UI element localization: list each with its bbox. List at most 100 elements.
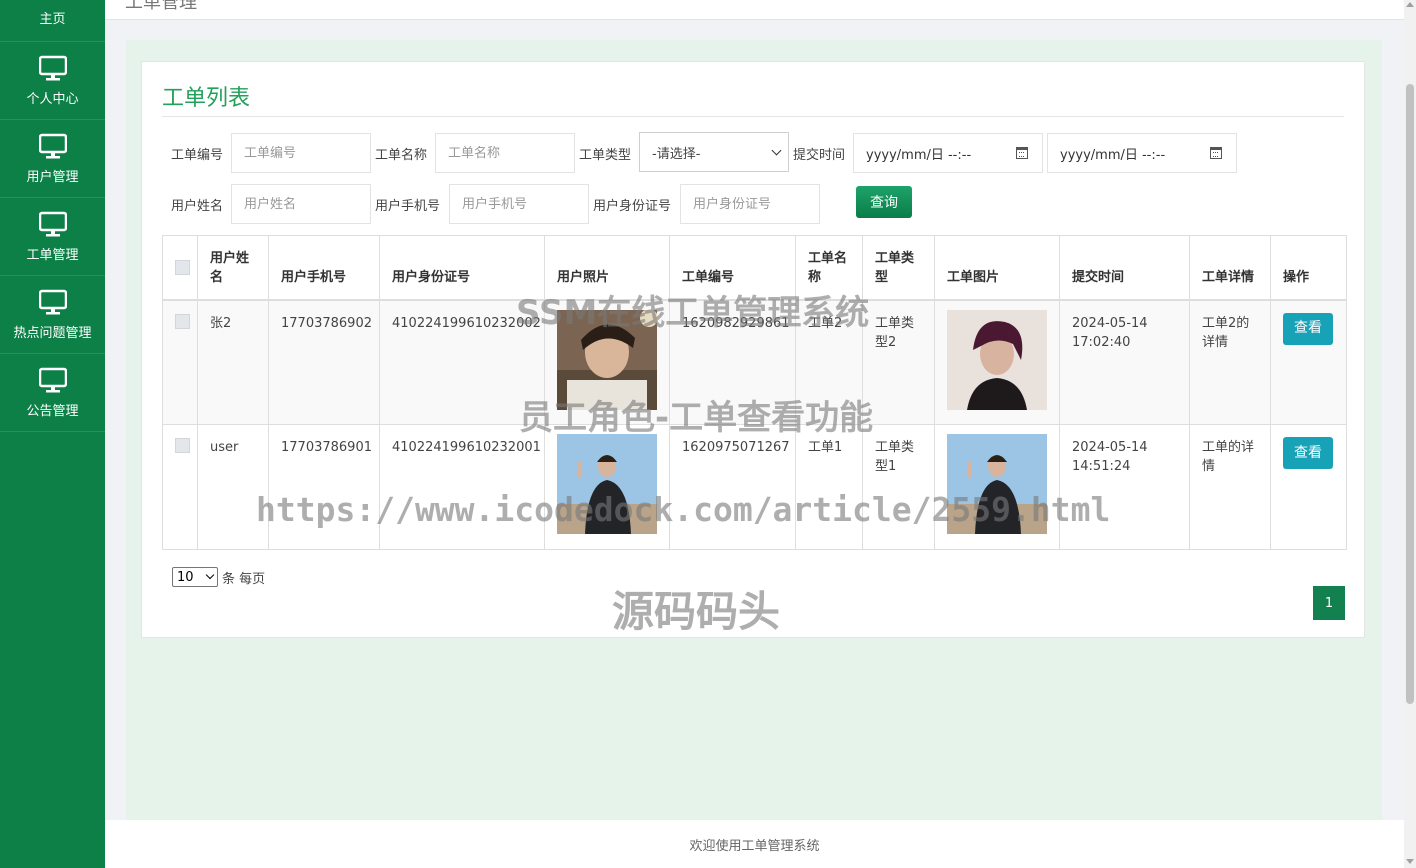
user-phone-input[interactable] (462, 196, 588, 212)
column-header-phone: 用户手机号 (268, 235, 380, 301)
footer-text: 欢迎使用工单管理系统 (689, 838, 820, 854)
submit-time-end-value: yyyy/mm/日 --:-- (1060, 147, 1166, 163)
sidebar-item-hot-issues[interactable]: 热点问题管理 (0, 276, 105, 354)
order-type-label: 工单类型 (579, 148, 632, 163)
cell-order-no: 1620982929861 (669, 299, 796, 425)
user-name-input[interactable] (244, 196, 370, 212)
cell-submit-time: 2024-05-14 17:02:40 (1059, 299, 1190, 425)
table-header-row: 用户姓名 用户手机号 用户身份证号 用户照片 工单编号 工单名称 工单类型 工单… (162, 235, 1347, 301)
user-phone-field[interactable] (449, 184, 589, 224)
page-size-select[interactable]: 10 (172, 567, 218, 587)
top-bar: 工单管理 (105, 0, 1404, 20)
order-image (947, 309, 1047, 410)
cell-order-image (934, 299, 1060, 425)
cell-name: user (197, 424, 269, 550)
cell-idcard: 410224199610232002 (379, 299, 545, 425)
sidebar-item-label: 用户管理 (26, 169, 79, 185)
submit-time-start-field[interactable]: yyyy/mm/日 --:-- (853, 133, 1043, 173)
view-button[interactable]: 查看 (1283, 312, 1333, 345)
monitor-icon (38, 211, 67, 236)
sidebar: 主页 个人中心 用户管理 工单管理 热点问题管理 公告管理 (0, 0, 105, 868)
sidebar-item-home[interactable]: 主页 (0, 0, 105, 42)
row-select-cell (162, 299, 198, 425)
submit-time-label: 提交时间 (793, 148, 846, 163)
row-checkbox[interactable] (175, 438, 190, 453)
cell-photo (544, 424, 670, 550)
column-header-photo: 用户照片 (544, 235, 670, 301)
order-no-label: 工单编号 (171, 148, 224, 163)
column-header-submit-time: 提交时间 (1059, 235, 1190, 301)
order-name-label: 工单名称 (375, 148, 428, 163)
order-no-field[interactable] (231, 133, 371, 173)
chevron-down-icon (205, 570, 215, 580)
monitor-icon (38, 55, 67, 80)
sidebar-item-notices[interactable]: 公告管理 (0, 354, 105, 432)
column-header-order-image: 工单图片 (934, 235, 1060, 301)
sidebar-item-users[interactable]: 用户管理 (0, 120, 105, 198)
order-type-select[interactable]: -请选择- (639, 132, 789, 172)
order-table: 用户姓名 用户手机号 用户身份证号 用户照片 工单编号 工单名称 工单类型 工单… (162, 235, 1347, 550)
select-all-checkbox[interactable] (175, 259, 190, 275)
card-title: 工单列表 (162, 86, 251, 111)
per-page-label: 条 每页 (222, 571, 266, 587)
monitor-icon (38, 133, 67, 158)
cell-detail: 工单的详情 (1189, 424, 1271, 550)
user-idcard-field[interactable] (680, 184, 820, 224)
user-idcard-label: 用户身份证号 (593, 199, 672, 214)
sidebar-item-label: 热点问题管理 (13, 325, 92, 341)
scrollbar[interactable] (1404, 0, 1416, 868)
cell-order-no: 1620975071267 (669, 424, 796, 550)
order-no-input[interactable] (244, 145, 370, 161)
order-name-input[interactable] (448, 145, 574, 161)
order-name-field[interactable] (435, 133, 575, 173)
column-header-order-type: 工单类型 (862, 235, 935, 301)
cell-phone: 17703786902 (268, 299, 380, 425)
user-name-field[interactable] (231, 184, 371, 224)
scroll-down-arrow-icon[interactable] (1406, 859, 1414, 864)
cell-idcard: 410224199610232001 (379, 424, 545, 550)
order-list-card: 工单列表 工单编号 工单名称 工单类型 -请选择- 提交时间 yyyy/mm/日… (141, 61, 1365, 638)
column-header-order-name: 工单名称 (795, 235, 863, 301)
column-header-order-no: 工单编号 (669, 235, 796, 301)
row-select-cell (162, 424, 198, 550)
column-header-idcard: 用户身份证号 (379, 235, 545, 301)
column-header-action: 操作 (1270, 235, 1347, 301)
page-size-control: 10 条 每页 (172, 567, 265, 587)
table-row: 张2 17703786902 410224199610232002 162098… (162, 299, 1347, 425)
user-photo (557, 308, 658, 410)
page-size-value: 10 (177, 569, 194, 585)
sidebar-home-label: 主页 (39, 12, 66, 27)
sidebar-item-label: 公告管理 (26, 403, 79, 419)
column-header-detail: 工单详情 (1189, 235, 1271, 301)
cell-action: 查看 (1270, 299, 1347, 425)
sidebar-item-profile[interactable]: 个人中心 (0, 42, 105, 120)
chevron-down-icon (771, 145, 782, 155)
query-button[interactable]: 查询 (856, 186, 912, 218)
footer: 欢迎使用工单管理系统 (105, 820, 1404, 868)
sidebar-item-orders[interactable]: 工单管理 (0, 198, 105, 276)
cell-submit-time: 2024-05-14 14:51:24 (1059, 424, 1190, 550)
scrollbar-thumb[interactable] (1406, 84, 1414, 704)
view-button[interactable]: 查看 (1283, 437, 1333, 469)
divider (162, 116, 1344, 117)
monitor-icon (38, 289, 67, 314)
order-type-value: -请选择- (652, 146, 701, 162)
select-all-cell (162, 235, 198, 301)
sidebar-item-label: 个人中心 (26, 91, 79, 107)
order-image (947, 434, 1047, 534)
user-photo (557, 434, 657, 534)
calendar-icon[interactable] (1210, 147, 1222, 159)
cell-photo (544, 299, 670, 425)
submit-time-start-value: yyyy/mm/日 --:-- (866, 147, 972, 163)
scroll-up-arrow-icon[interactable] (1406, 2, 1414, 7)
row-checkbox[interactable] (175, 313, 190, 329)
cell-action: 查看 (1270, 424, 1347, 550)
page-button-current[interactable]: 1 (1313, 586, 1345, 620)
user-name-label: 用户姓名 (171, 199, 224, 214)
cell-order-type: 工单类型2 (862, 299, 935, 425)
cell-name: 张2 (197, 299, 269, 425)
user-idcard-input[interactable] (693, 196, 819, 212)
calendar-icon[interactable] (1016, 147, 1028, 159)
cell-phone: 17703786901 (268, 424, 380, 550)
submit-time-end-field[interactable]: yyyy/mm/日 --:-- (1047, 133, 1237, 173)
